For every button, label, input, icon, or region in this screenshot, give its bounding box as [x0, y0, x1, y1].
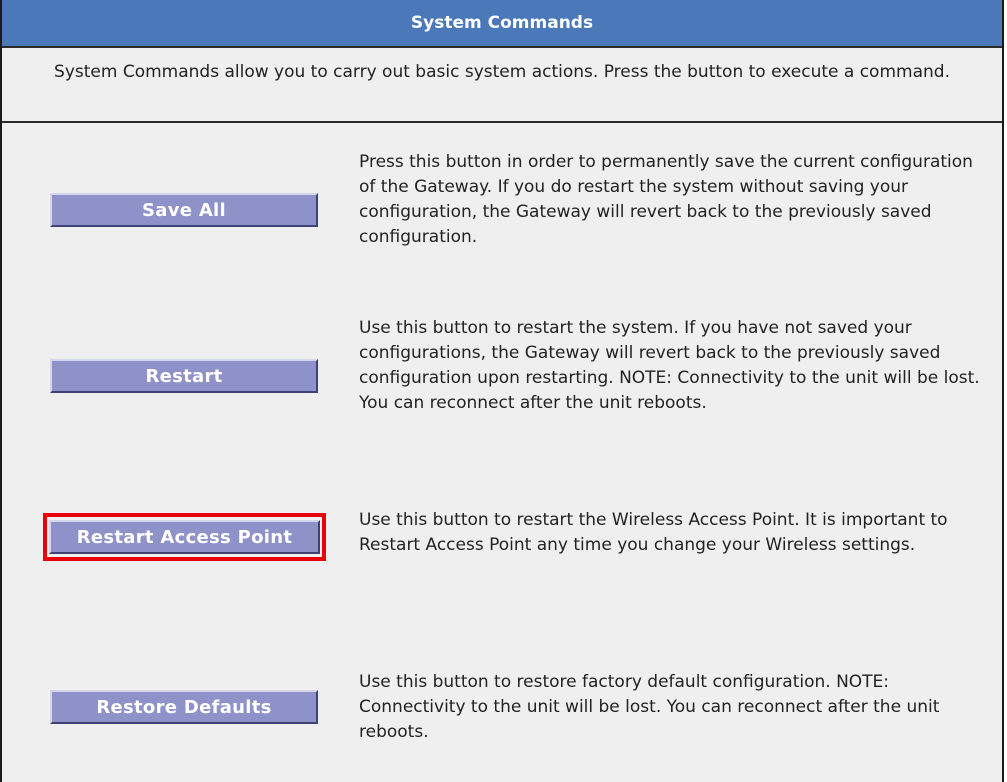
save-all-button[interactable]: Save All: [50, 193, 318, 227]
system-commands-panel: System Commands System Commands allow yo…: [0, 0, 1004, 782]
panel-title: System Commands: [410, 13, 594, 33]
panel-header: System Commands: [2, 0, 1002, 48]
save-all-description: Press this button in order to permanentl…: [359, 152, 973, 247]
restart-access-point-button[interactable]: Restart Access Point: [49, 520, 320, 554]
restart-description: Use this button to restart the system. I…: [359, 318, 980, 413]
restore-defaults-description: Use this button to restore factory defau…: [359, 672, 940, 742]
restart-access-point-description: Use this button to restart the Wireless …: [359, 510, 948, 555]
intro-text: System Commands allow you to carry out b…: [2, 48, 1002, 123]
restore-defaults-button[interactable]: Restore Defaults: [50, 690, 318, 724]
restart-button[interactable]: Restart: [50, 359, 318, 393]
